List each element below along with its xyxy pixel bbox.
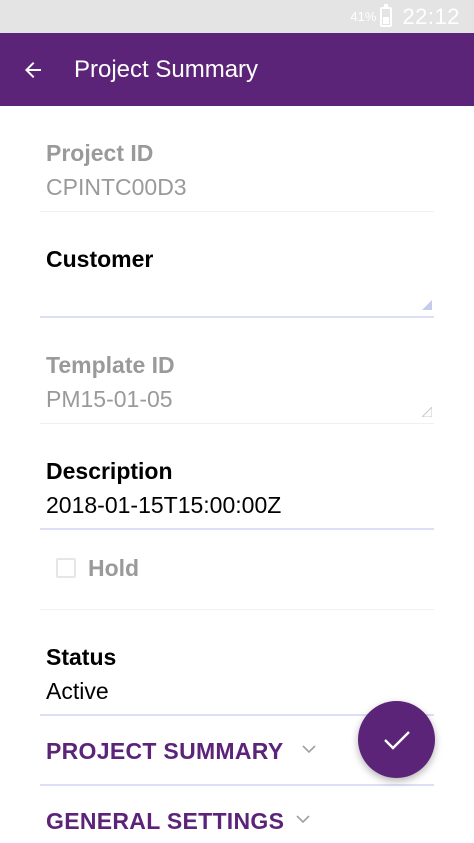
arrow-back-icon [25,61,41,78]
save-fab-button[interactable] [358,701,435,778]
dropdown-corner-icon [422,300,432,310]
status-field[interactable]: Status Active [40,610,434,716]
template-id-value: PM15-01-05 [46,386,173,412]
app-bar: Project Summary [0,33,474,106]
check-icon [383,730,410,750]
project-summary-section-label: PROJECT SUMMARY [46,738,284,764]
status-value[interactable]: Active [46,678,109,705]
project-id-label: Project ID [46,140,154,166]
customer-label: Customer [46,246,154,272]
project-id-field: Project ID CPINTC00D3 [40,106,434,212]
chevron-down-icon [296,815,310,824]
description-field[interactable]: Description 2018-01-15T15:00:00Z [40,424,434,530]
battery-icon [380,3,393,27]
clock: 22:12 [402,3,460,29]
description-value[interactable]: 2018-01-15T15:00:00Z [46,492,281,519]
page-title: Project Summary [74,55,259,83]
template-id-field: Template ID PM15-01-05 [40,318,434,424]
template-id-label: Template ID [46,352,175,378]
dropdown-corner-icon [422,407,432,417]
hold-label: Hold [88,555,140,581]
customer-field[interactable]: Customer [40,212,434,318]
back-button[interactable] [0,33,70,106]
general-settings-section-label: GENERAL SETTINGS [46,808,285,834]
hold-row: Hold [40,530,434,610]
chevron-down-icon [302,745,316,754]
description-label: Description [46,458,173,484]
system-status-bar: 41% 22:12 [0,0,474,33]
battery-percent: 41% [350,9,377,24]
general-settings-section-header[interactable]: GENERAL SETTINGS [40,786,434,843]
hold-checkbox[interactable] [56,558,76,578]
status-label: Status [46,644,117,670]
project-id-value: CPINTC00D3 [46,174,187,200]
